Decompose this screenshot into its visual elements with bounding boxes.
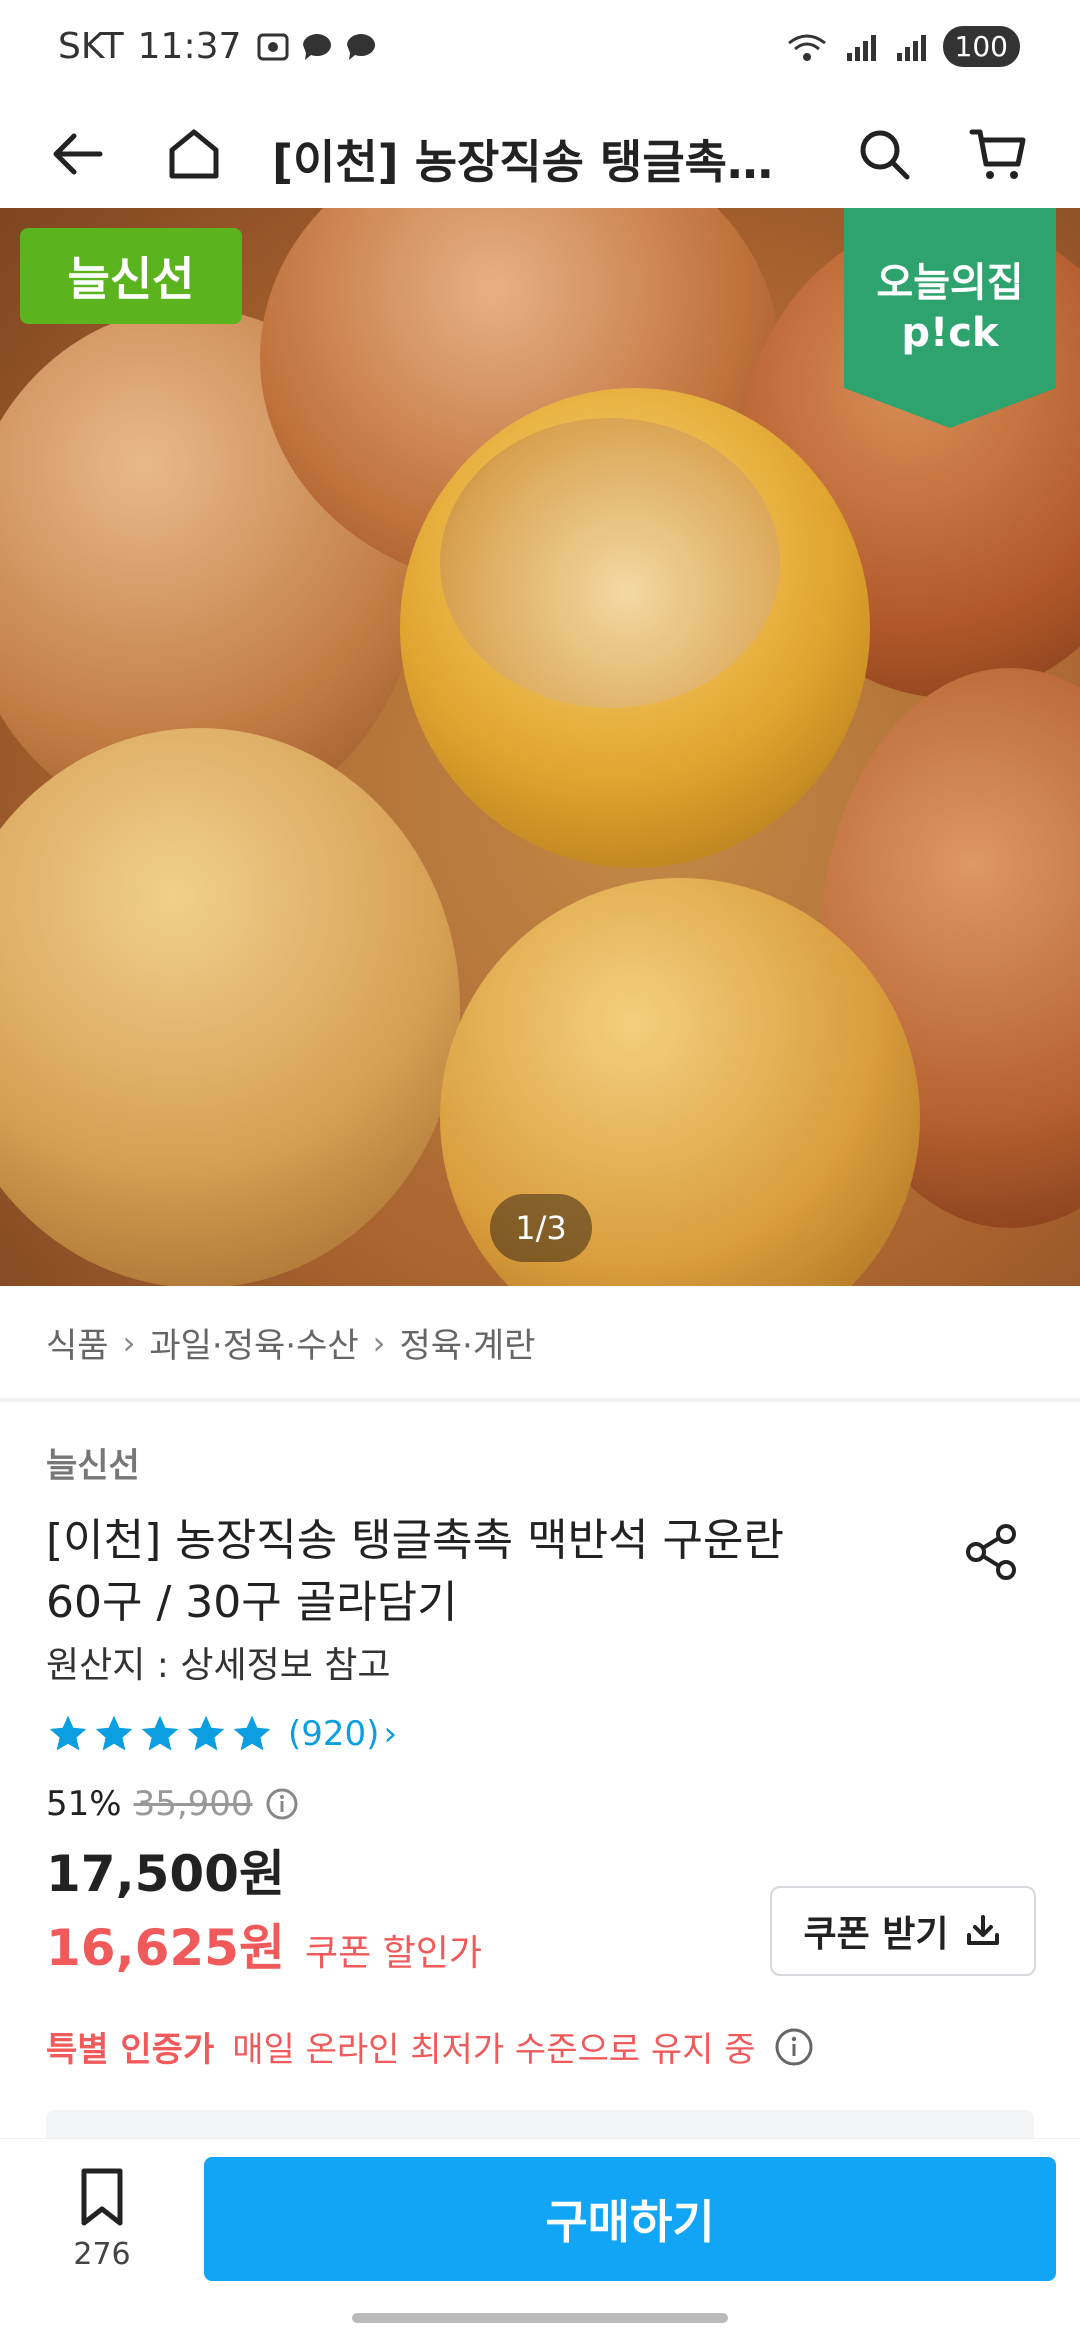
pick-line1: 오늘의집 [876, 260, 1024, 306]
cart-button[interactable] [966, 122, 1030, 186]
rating-row[interactable]: (920) › [46, 1712, 397, 1756]
image-pager: 1/3 [490, 1194, 592, 1262]
special-price-label: 특별 인증가 [46, 2030, 215, 2070]
breadcrumb-item[interactable]: 과일·정육·수산 [149, 1318, 358, 1367]
discount-row: 51% 35,900 [46, 1784, 299, 1824]
chat-icon [303, 33, 332, 60]
star-icon [233, 1715, 271, 1751]
chevron-right-icon: › [372, 1323, 386, 1362]
bookmark-button[interactable]: 276 [60, 2167, 144, 2272]
arrow-left-icon [53, 133, 103, 175]
page-title: [이천] 농장직송 탱글촉촉 맥… [272, 135, 812, 189]
product-image-carousel[interactable]: 늘신선 오늘의집 p!ck 1/3 [0, 208, 1080, 1286]
chat-icon-2 [347, 33, 376, 60]
product-title-line2: 60구 / 30구 골라담기 [46, 1577, 458, 1628]
special-price-text: 매일 온라인 최저가 수준으로 유지 중 [232, 2030, 756, 2070]
coupon-price-row: 16,625원 쿠폰 할인가 [46, 1908, 482, 1980]
breadcrumb-item[interactable]: 정육·계란 [399, 1318, 535, 1367]
get-coupon-label: 쿠폰 받기 [803, 1914, 949, 1955]
chevron-right-icon: › [383, 1714, 398, 1754]
pick-badge-text: 오늘의집 p!ck [844, 258, 1056, 358]
carrier-label: SKT [58, 26, 124, 67]
breadcrumb: 식품 › 과일·정육·수산 › 정육·계란 [46, 1318, 535, 1367]
search-icon [860, 130, 910, 180]
get-coupon-button[interactable]: 쿠폰 받기 [770, 1886, 1036, 1976]
home-icon [169, 129, 219, 179]
star-icon [49, 1715, 87, 1751]
bookmark-count: 276 [73, 2237, 131, 2272]
egg-yolk-cut [440, 418, 780, 708]
share-icon [966, 1524, 1016, 1580]
product-title-line1: [이천] 농장직송 탱글촉촉 맥반석 구운란 [46, 1515, 784, 1566]
brand-name[interactable]: 늘신선 [46, 1438, 140, 1487]
sale-price: 17,500원 [46, 1845, 285, 1903]
breadcrumb-item[interactable]: 식품 [46, 1318, 109, 1367]
section-divider [0, 1398, 1080, 1402]
star-rating [46, 1712, 274, 1756]
star-icon [95, 1715, 133, 1751]
top-app-bar: [이천] 농장직송 탱글촉촉 맥… [0, 100, 1080, 208]
status-right: 100 [785, 26, 1020, 67]
brand-badge: 늘신선 [20, 228, 242, 324]
download-icon [966, 1915, 999, 1945]
status-bar: SKT 11:37 100 [0, 0, 1080, 100]
signal-icon [846, 34, 876, 61]
origin-info: 원산지 : 상세정보 참고 [46, 1645, 391, 1686]
screenshot-icon [257, 33, 289, 60]
discount-rate: 51% [46, 1784, 122, 1824]
bottom-action-bar: 276 구매하기 [0, 2138, 1080, 2341]
share-button[interactable] [960, 1520, 1024, 1584]
buy-button[interactable]: 구매하기 [204, 2157, 1056, 2281]
egg-image [0, 728, 460, 1286]
cart-icon [969, 129, 1026, 179]
bookmark-icon [81, 2168, 123, 2226]
chevron-right-icon: › [122, 1323, 136, 1362]
home-indicator[interactable] [352, 2313, 728, 2323]
notification-icons [255, 29, 379, 65]
wifi-icon [787, 34, 826, 61]
clock: 11:37 [137, 26, 242, 67]
home-button[interactable] [162, 122, 226, 186]
product-title: [이천] 농장직송 탱글촉촉 맥반석 구운란 60구 / 30구 골라담기 [46, 1510, 896, 1634]
special-price-row: 특별 인증가 매일 온라인 최저가 수준으로 유지 중 [46, 2022, 814, 2071]
star-icon [187, 1715, 225, 1751]
coupon-price-label: 쿠폰 할인가 [304, 1933, 482, 1974]
original-price: 35,900 [133, 1784, 253, 1824]
review-count: (920) [288, 1714, 380, 1754]
back-button[interactable] [46, 122, 110, 186]
star-icon [141, 1715, 179, 1751]
pick-line2: p!ck [901, 310, 999, 356]
status-left: SKT 11:37 [58, 26, 379, 67]
signal-icon-2 [896, 34, 926, 61]
search-button[interactable] [852, 122, 916, 186]
coupon-price: 16,625원 [46, 1919, 285, 1977]
battery-indicator: 100 [942, 26, 1020, 67]
info-icon[interactable] [774, 2027, 814, 2067]
info-icon[interactable] [265, 1787, 299, 1821]
